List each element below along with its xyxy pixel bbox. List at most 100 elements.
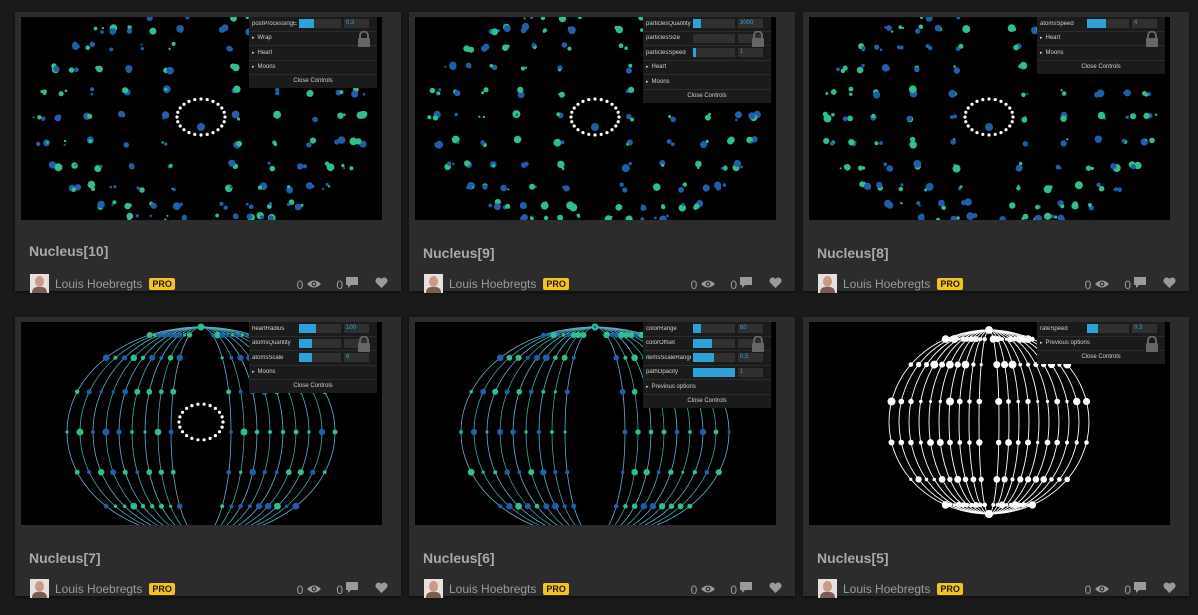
heart-icon[interactable] xyxy=(375,277,388,292)
control-value-input[interactable]: 4 xyxy=(1132,19,1157,29)
heart-icon[interactable] xyxy=(1163,582,1176,597)
control-slider[interactable] xyxy=(299,324,341,334)
pen-title[interactable]: Nucleus[8] xyxy=(817,245,889,261)
pen-title[interactable]: Nucleus[9] xyxy=(423,245,495,261)
close-controls-button[interactable]: Close Controls xyxy=(1037,61,1165,74)
author-info[interactable]: Louis Hoebregts PRO xyxy=(818,274,963,293)
pen-card[interactable]: particlesQuantity 3000 particlesSize partic… xyxy=(409,12,795,293)
close-controls-button[interactable]: Close Controls xyxy=(249,380,377,393)
control-row[interactable]: atomsSpeed 4 xyxy=(1037,17,1165,32)
author-info[interactable]: Louis Hoebregts PRO xyxy=(30,579,175,598)
control-slider[interactable] xyxy=(299,338,341,348)
heart-icon[interactable] xyxy=(769,582,782,597)
close-controls-button[interactable]: Close Controls xyxy=(1037,351,1165,364)
close-controls-button[interactable]: Close Controls xyxy=(643,90,771,103)
speech-bubble-icon[interactable] xyxy=(346,582,358,597)
pen-card[interactable]: postProcessingE0.3WrapHeartMoonsClose Co… xyxy=(15,12,401,293)
control-row[interactable]: itemsScaleRange 0.5 xyxy=(643,351,771,366)
control-row[interactable]: postProcessingE 0.3 xyxy=(249,17,377,32)
control-slider[interactable] xyxy=(693,338,735,348)
control-slider[interactable] xyxy=(1087,19,1129,29)
pen-title[interactable]: Nucleus[6] xyxy=(423,550,495,566)
author-name[interactable]: Louis Hoebregts xyxy=(449,582,536,596)
controls-panel[interactable]: postProcessingE0.3WrapHeartMoonsClose Co… xyxy=(249,17,377,88)
controls-panel[interactable]: heartRadius 100 atomsQuantity atomsScale 6 Mo… xyxy=(249,322,377,393)
author-info[interactable]: Louis Hoebregts PRO xyxy=(818,579,963,598)
control-value-input[interactable]: 3000 xyxy=(738,19,763,29)
control-value-input[interactable]: 0.5 xyxy=(738,353,763,363)
avatar[interactable] xyxy=(30,579,49,598)
control-folder[interactable]: Moons xyxy=(1037,46,1165,61)
pen-title[interactable]: Nucleus[7] xyxy=(29,550,101,566)
control-value-input[interactable]: 6 xyxy=(344,353,369,363)
control-slider[interactable] xyxy=(693,33,735,43)
control-value-input[interactable]: 1 xyxy=(738,48,763,58)
pen-preview[interactable]: rateSpeed0.3Previous optionsClose Contro… xyxy=(809,322,1170,525)
author-info[interactable]: Louis Hoebregts PRO xyxy=(30,274,175,293)
control-row[interactable]: heartRadius 100 xyxy=(249,322,377,337)
avatar[interactable] xyxy=(424,579,443,598)
control-slider[interactable] xyxy=(299,19,341,29)
pen-card[interactable]: rateSpeed0.3Previous optionsClose Contro… xyxy=(803,317,1189,598)
control-folder[interactable]: Moons xyxy=(643,75,771,90)
control-row[interactable]: particlesSpeed 1 xyxy=(643,46,771,61)
control-row[interactable]: atomsScale 6 xyxy=(249,351,377,366)
control-slider[interactable] xyxy=(1087,324,1129,334)
control-slider[interactable] xyxy=(299,353,341,363)
control-folder[interactable]: Moons xyxy=(249,61,377,75)
avatar[interactable] xyxy=(424,274,443,293)
speech-bubble-icon[interactable] xyxy=(1134,277,1146,292)
speech-bubble-icon[interactable] xyxy=(740,582,752,597)
pen-card[interactable]: atomsSpeed4HeartMoonsClose Controls Nucl… xyxy=(803,12,1189,293)
pen-preview[interactable]: colorRange 60 colorOffset itemsScaleRange 0.… xyxy=(415,322,776,525)
control-value-input[interactable]: 60 xyxy=(738,324,763,334)
control-slider[interactable] xyxy=(693,324,735,334)
speech-bubble-icon[interactable] xyxy=(1134,582,1146,597)
author-name[interactable]: Louis Hoebregts xyxy=(843,582,930,596)
author-name[interactable]: Louis Hoebregts xyxy=(843,277,930,291)
pen-preview[interactable]: particlesQuantity 3000 particlesSize partic… xyxy=(415,17,776,220)
speech-bubble-icon[interactable] xyxy=(346,277,358,292)
control-folder[interactable]: Moons xyxy=(249,366,377,380)
pen-preview[interactable]: heartRadius 100 atomsQuantity atomsScale 6 Mo… xyxy=(21,322,382,525)
heart-icon[interactable] xyxy=(1163,277,1176,292)
control-slider[interactable] xyxy=(693,367,735,377)
speech-bubble-icon[interactable] xyxy=(740,277,752,292)
avatar[interactable] xyxy=(818,579,837,598)
control-value-input[interactable]: 100 xyxy=(344,324,369,334)
control-folder[interactable]: Heart xyxy=(249,46,377,61)
control-row[interactable]: pathOpacity 1 xyxy=(643,366,771,380)
control-folder[interactable]: Heart xyxy=(643,61,771,75)
controls-panel[interactable]: particlesQuantity 3000 particlesSize partic… xyxy=(643,17,771,103)
pen-title[interactable]: Nucleus[5] xyxy=(817,550,889,566)
author-info[interactable]: Louis Hoebregts PRO xyxy=(424,579,569,598)
pen-title[interactable]: Nucleus[10] xyxy=(29,243,108,259)
close-controls-button[interactable]: Close Controls xyxy=(643,395,771,408)
author-info[interactable]: Louis Hoebregts PRO xyxy=(424,274,569,293)
avatar[interactable] xyxy=(818,274,837,293)
control-value-input[interactable]: 1 xyxy=(738,367,763,377)
control-slider[interactable] xyxy=(693,48,735,58)
pen-preview[interactable]: postProcessingE0.3WrapHeartMoonsClose Co… xyxy=(21,17,382,220)
author-name[interactable]: Louis Hoebregts xyxy=(55,582,142,596)
controls-panel[interactable]: colorRange 60 colorOffset itemsScaleRange 0.… xyxy=(643,322,771,408)
pen-card[interactable]: heartRadius 100 atomsQuantity atomsScale 6 Mo… xyxy=(15,317,401,598)
control-value-input[interactable]: 0.3 xyxy=(1132,324,1157,334)
author-name[interactable]: Louis Hoebregts xyxy=(449,277,536,291)
control-row[interactable]: rateSpeed 0.3 xyxy=(1037,322,1165,337)
control-slider[interactable] xyxy=(693,353,735,363)
controls-panel[interactable]: rateSpeed0.3Previous optionsClose Contro… xyxy=(1037,322,1165,364)
avatar[interactable] xyxy=(30,274,49,293)
control-folder[interactable]: Previous options xyxy=(643,380,771,395)
control-value-input[interactable]: 0.3 xyxy=(344,19,369,29)
heart-icon[interactable] xyxy=(769,277,782,292)
controls-panel[interactable]: atomsSpeed4HeartMoonsClose Controls xyxy=(1037,17,1165,74)
control-row[interactable]: particlesQuantity 3000 xyxy=(643,17,771,32)
control-slider[interactable] xyxy=(693,19,735,29)
control-row[interactable]: colorRange 60 xyxy=(643,322,771,337)
heart-icon[interactable] xyxy=(375,582,388,597)
author-name[interactable]: Louis Hoebregts xyxy=(55,277,142,291)
close-controls-button[interactable]: Close Controls xyxy=(249,75,377,88)
pen-card[interactable]: colorRange 60 colorOffset itemsScaleRange 0.… xyxy=(409,317,795,598)
pen-preview[interactable]: atomsSpeed4HeartMoonsClose Controls xyxy=(809,17,1170,220)
